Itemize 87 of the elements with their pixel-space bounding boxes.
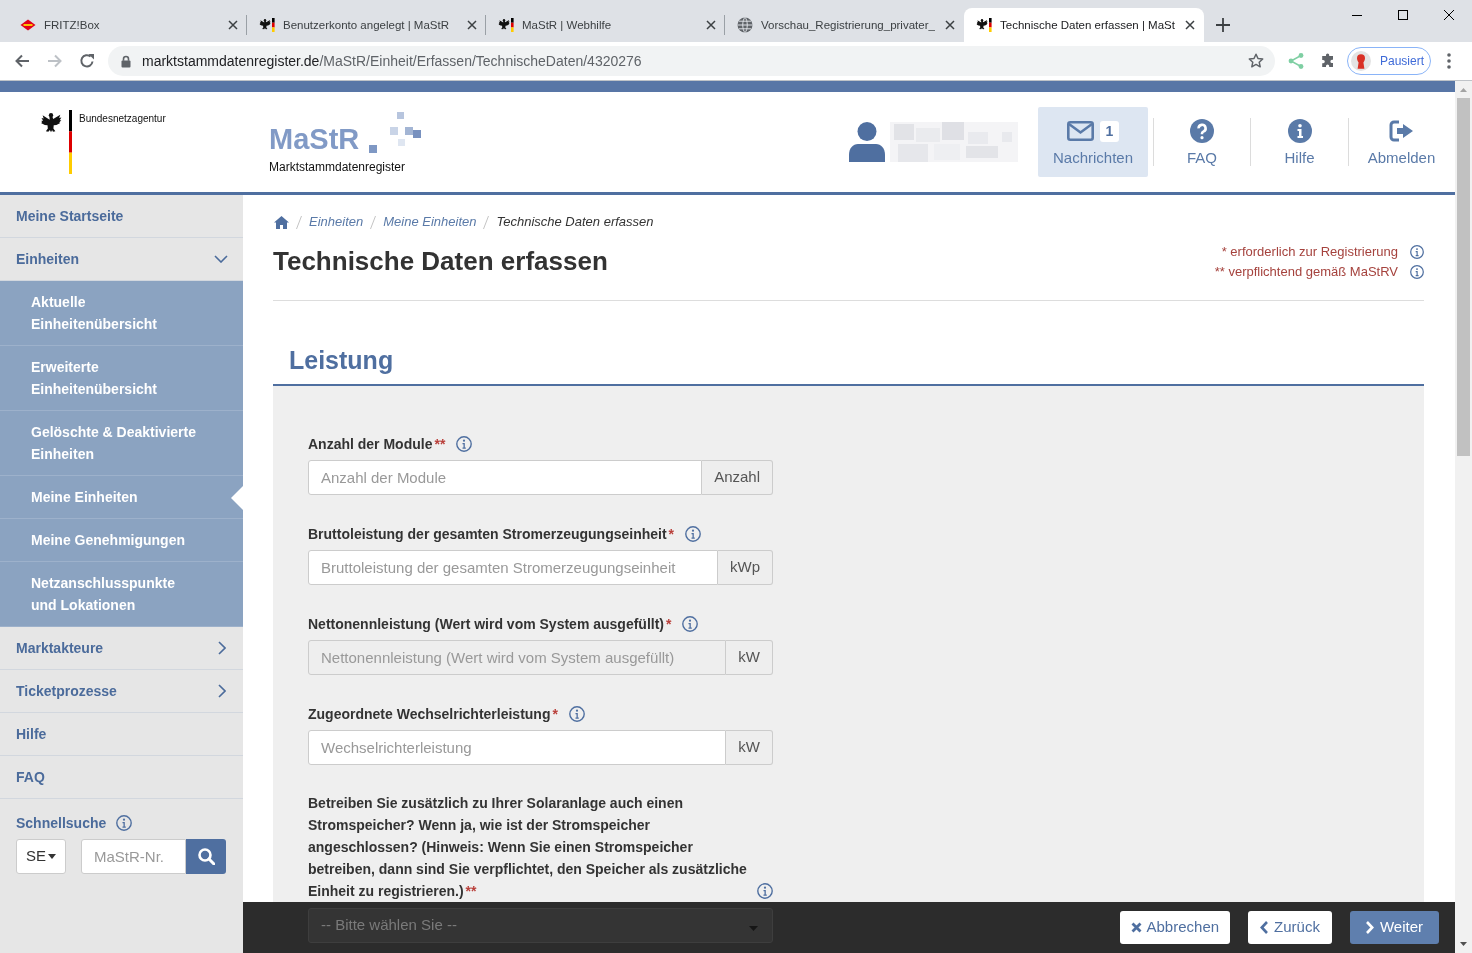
info-icon[interactable] [1410, 245, 1424, 259]
info-icon[interactable] [685, 526, 702, 542]
maximize-icon[interactable] [1398, 10, 1408, 20]
caret-icon [749, 926, 758, 931]
chevron-right-icon [1365, 921, 1374, 934]
text-input[interactable]: Anzahl der Module [308, 460, 703, 495]
avatar-icon [1351, 51, 1371, 71]
field-label: Nettonennleistung (Wert wird vom System ausgefüllt)* [308, 614, 672, 634]
breadcrumb-current: Technische Daten erfassen [496, 213, 654, 232]
legend-text: * erforderlich zur Registrierung [1221, 243, 1398, 262]
globe-icon [737, 17, 753, 33]
info-icon [1287, 119, 1312, 143]
field-label: Bruttoleistung der gesamten Stromerzeugungseinheit* [308, 524, 675, 544]
scroll-down-arrow-icon[interactable] [1460, 942, 1467, 946]
browser-tab[interactable]: Technische Daten erfassen | MaSt [964, 8, 1204, 42]
field-label: Zugeordnete Wechselrichterleistung* [308, 704, 558, 724]
slash-separator-icon [370, 215, 377, 229]
legend-text: ** verpflichtend gemäß MaStRV [1214, 263, 1398, 282]
browser-tab[interactable]: MaStR | Webhilfe [486, 8, 725, 42]
flag-stripe-icon [69, 110, 72, 174]
profile-button[interactable]: Pausiert [1347, 47, 1431, 75]
info-icon[interactable] [456, 436, 473, 452]
count-badge: 1 [1099, 120, 1120, 142]
breadcrumb-link[interactable]: Einheiten [309, 212, 364, 232]
eagle-icon [259, 17, 275, 33]
diamond-logo-icon [20, 17, 36, 33]
help-icon [1190, 119, 1214, 143]
field-label: Anzahl der Module** [308, 434, 446, 454]
envelope-icon [1066, 121, 1094, 141]
field-label: Betreiben Sie zusätzlich zu Ihrer Solaranlage auch einen Stromspeicher? Wenn ja, wie ist der Stromspeicher angeschlossen? (Hinweis: Wenn Sie einen Stromspeicher betreiben, dann sind Sie verpflichtet, den Speicher als zusätzliche Einheit zu registrieren.)** [308, 794, 748, 901]
search-input[interactable]: MaStR-Nr. [81, 839, 186, 874]
breadcrumb-link[interactable]: Meine Einheiten [383, 212, 477, 232]
nav-button[interactable]: Abmelden [1349, 107, 1454, 177]
plus-icon[interactable] [1216, 18, 1230, 32]
logo-subtitle: Marktstammdatenregister [269, 160, 407, 174]
close-icon[interactable] [1444, 10, 1454, 20]
close-icon[interactable] [467, 20, 477, 30]
unit-addon: Anzahl [702, 460, 773, 495]
close-icon[interactable] [1185, 20, 1195, 30]
close-icon[interactable] [945, 20, 955, 30]
eagle-icon [976, 17, 992, 33]
next-button[interactable]: Weiter [1349, 911, 1439, 944]
page-title: Technische Daten erfassen [273, 245, 608, 278]
text-input[interactable]: Wechselrichterleistung [308, 730, 727, 765]
section-label: Schnellsuche [16, 813, 107, 833]
nav-button[interactable]: Hilfe [1251, 107, 1348, 177]
info-icon[interactable] [757, 883, 773, 899]
reload-icon[interactable] [79, 53, 95, 69]
logo-title: MaStR [269, 124, 360, 155]
cancel-button[interactable]: Abbrechen [1119, 911, 1231, 944]
type-dropdown[interactable]: SE [16, 839, 66, 874]
nav-button[interactable]: FAQ [1154, 107, 1250, 177]
chevron-left-icon [1260, 921, 1269, 934]
user-icon [849, 122, 885, 162]
eagle-icon [498, 17, 514, 33]
info-icon[interactable] [116, 815, 133, 831]
info-icon[interactable] [682, 616, 699, 632]
nav-button[interactable]: 1 Nachrichten [1038, 107, 1148, 177]
caret-icon [48, 854, 56, 859]
info-icon[interactable] [568, 706, 585, 722]
info-icon[interactable] [1410, 265, 1424, 279]
slash-separator-icon [296, 215, 302, 229]
close-icon[interactable] [228, 20, 238, 30]
lock-icon [121, 54, 131, 68]
back-button[interactable]: Zurück [1248, 911, 1332, 944]
unit-addon: kWp [718, 550, 773, 585]
back-arrow-icon[interactable] [14, 53, 30, 69]
unit-addon: kW [726, 640, 773, 675]
search-icon [197, 848, 215, 865]
close-icon[interactable] [706, 20, 716, 30]
select-dropdown[interactable]: -- Bitte wählen Sie -- [308, 908, 773, 943]
puzzle-icon[interactable] [1320, 53, 1336, 69]
unit-addon: kW [726, 730, 773, 765]
cross-icon [1130, 922, 1142, 933]
text-input[interactable]: Bruttoleistung der gesamten Stromerzeugungseinheit [308, 550, 718, 585]
browser-tab[interactable]: FRITZ!Box [8, 8, 247, 42]
scrollbar-thumb[interactable] [1457, 98, 1470, 456]
slash-separator-icon [483, 215, 490, 229]
browser-tab[interactable]: Benutzerkonto angelegt | MaStR [247, 8, 486, 42]
browser-tab[interactable]: Vorschau_Registrierung_privater_ [725, 8, 964, 42]
sign-out-icon [1388, 120, 1415, 142]
agency-name: Bundesnetzagentur [79, 113, 166, 125]
more-icon[interactable] [1447, 53, 1451, 69]
star-icon[interactable] [1248, 53, 1264, 69]
address-bar[interactable]: marktstammdatenregister.de/MaStR/Einheit/Erfassen/TechnischeDaten/4320276 [108, 46, 1275, 76]
search-button[interactable] [186, 839, 226, 874]
home-icon[interactable] [274, 215, 289, 229]
